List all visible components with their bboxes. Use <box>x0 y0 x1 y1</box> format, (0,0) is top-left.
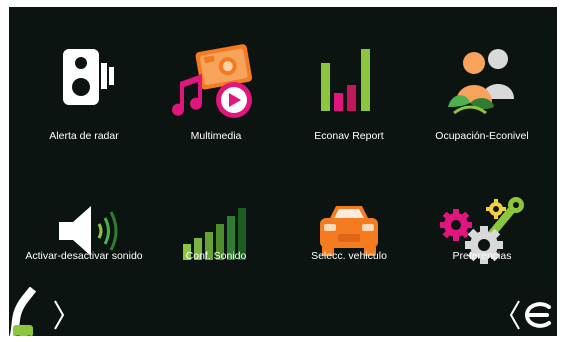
menu-item-label: Activar-desactivar sonido <box>25 250 143 262</box>
menu-item-label: Multimedia <box>190 130 242 142</box>
menu-item-sound-toggle[interactable]: Activar-desactivar sonido <box>19 157 149 307</box>
menu-item-vehicle[interactable]: Selecc. vehiculo <box>284 157 414 307</box>
econav-home-button[interactable] <box>507 287 557 336</box>
menu-item-occupancy[interactable]: Ocupación-Econivel <box>417 7 547 157</box>
report-bars-icon <box>284 35 414 127</box>
menu-item-label: Ocupación-Econivel <box>435 130 529 142</box>
menu-item-econav-report[interactable]: Econav Report <box>284 7 414 157</box>
navigation-map-button[interactable] <box>9 286 69 336</box>
speaker-icon <box>19 185 149 277</box>
menu-item-label: Preferencias <box>452 250 512 262</box>
multimedia-icon <box>151 35 281 127</box>
gears-wrench-icon <box>417 185 547 277</box>
road-car-icon <box>9 286 65 336</box>
menu-item-label: Alerta de radar <box>49 130 119 142</box>
menu-item-label: Selecc. vehiculo <box>311 250 387 262</box>
volume-levels-icon <box>151 185 281 277</box>
menu-item-radar[interactable]: Alerta de radar <box>19 7 149 157</box>
car-icon <box>284 185 414 277</box>
radar-camera-icon <box>19 35 149 127</box>
menu-item-sound-config[interactable]: Conf. Sonido <box>151 157 281 307</box>
occupancy-people-icon <box>417 35 547 127</box>
menu-item-label: Econav Report <box>314 130 384 142</box>
menu-item-preferences[interactable]: Preferencias <box>417 157 547 307</box>
econav-logo-icon <box>509 300 551 330</box>
main-menu-screen: Alerta de radar Multimedia Econav Report… <box>9 7 557 336</box>
menu-item-multimedia[interactable]: Multimedia <box>151 7 281 157</box>
menu-item-label: Conf. Sonido <box>185 250 247 262</box>
